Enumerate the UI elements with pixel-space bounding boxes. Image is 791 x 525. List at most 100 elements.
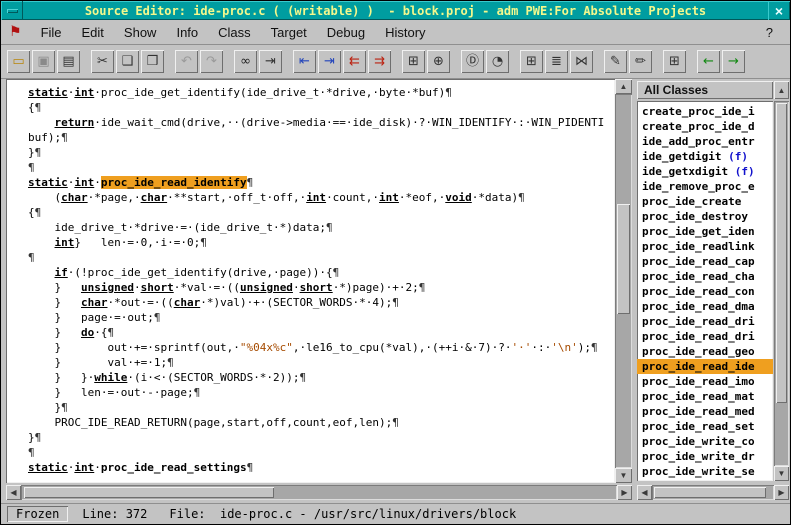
menu-item-class[interactable]: Class — [208, 22, 261, 43]
toolbar-group: ✎✏ — [604, 50, 652, 73]
code-line: } val·+=·1;¶ — [28, 355, 613, 370]
copy-button[interactable]: ❑ — [116, 50, 139, 73]
toolbar-group: ↶↷ — [175, 50, 223, 73]
class-list-item[interactable]: proc_ide_read_imo — [637, 374, 773, 389]
class-list-item[interactable]: proc_ide_read_dri — [637, 329, 773, 344]
shift-right-icon: ⇉ — [374, 55, 385, 68]
hierarchy-button[interactable]: ≣ — [545, 50, 568, 73]
titlebar[interactable]: Source Editor: ide-proc.c ( (writable) )… — [1, 1, 790, 20]
edit-pencil-button[interactable]: ✎ — [604, 50, 627, 73]
class-list-item[interactable]: proc_ide_write_dr — [637, 449, 773, 464]
paste-icon: ❒ — [147, 55, 159, 68]
code-line: } page·=·out;¶ — [28, 310, 613, 325]
annotate-button[interactable]: ✏ — [629, 50, 652, 73]
editor-scroll-down-button[interactable]: ▼ — [615, 468, 632, 483]
menu-item-show[interactable]: Show — [114, 22, 167, 43]
cut-button[interactable]: ✂ — [91, 50, 114, 73]
find-button[interactable]: ∞ — [234, 50, 257, 73]
class-hscrollbar-thumb[interactable] — [654, 487, 766, 498]
class-list-item[interactable]: ide_getdigit (f) — [637, 149, 773, 164]
class-vertical-scrollbar[interactable]: ▼ — [774, 101, 789, 481]
shift-left-button[interactable]: ⇇ — [343, 50, 366, 73]
close-button[interactable]: × — [768, 1, 790, 20]
class-scroll-down-button[interactable]: ▼ — [774, 466, 789, 481]
class-list-item[interactable]: proc_ide_readlink — [637, 239, 773, 254]
editor-vertical-scrollbar[interactable]: ▲ ▼ — [615, 79, 632, 483]
class-list-item[interactable]: create_proc_ide_i — [637, 104, 773, 119]
forward-button[interactable]: → — [722, 50, 745, 73]
code-line: {¶ — [28, 205, 613, 220]
class-scroll-right-button[interactable]: ▶ — [774, 485, 789, 500]
window-menu-button[interactable] — [1, 1, 23, 20]
redo-button[interactable]: ↷ — [200, 50, 223, 73]
help-menu[interactable]: ? — [757, 22, 782, 43]
class-list-item[interactable]: proc_ide_write_co — [637, 434, 773, 449]
class-browser-icon: ⊞ — [526, 55, 537, 68]
class-list-item[interactable]: ide_add_proc_entr — [637, 134, 773, 149]
code-line: {¶ — [28, 100, 613, 115]
code-line: static·int·proc_ide_read_settings¶ — [28, 460, 613, 475]
history-time-button[interactable]: ◔ — [486, 50, 509, 73]
menu-item-debug[interactable]: Debug — [317, 22, 375, 43]
class-list-item[interactable]: proc_ide_read_ide — [637, 359, 773, 374]
undo-icon: ↶ — [181, 55, 192, 68]
class-list-item[interactable]: proc_ide_read_cha — [637, 269, 773, 284]
cross-reference-button[interactable]: ⋈ — [570, 50, 593, 73]
class-list-item[interactable]: proc_ide_read_dma — [637, 299, 773, 314]
class-horizontal-scrollbar[interactable]: ◀ ▶ — [637, 485, 789, 500]
shift-right-button[interactable]: ⇉ — [368, 50, 391, 73]
undo-button[interactable]: ↶ — [175, 50, 198, 73]
class-list-item[interactable]: proc_ide_read_mat — [637, 389, 773, 404]
editor-scrollbar-thumb[interactable] — [617, 204, 630, 314]
code-line: }¶ — [28, 430, 613, 445]
class-list-item[interactable]: proc_ide_read_geo — [637, 344, 773, 359]
menu-item-file[interactable]: File — [31, 22, 72, 43]
editor-hscrollbar-trough[interactable] — [21, 485, 617, 500]
editor-horizontal-scrollbar[interactable]: ◀ ▶ — [6, 485, 632, 500]
editor-scroll-up-button[interactable]: ▲ — [615, 79, 632, 94]
class-list-item[interactable]: proc_ide_create — [637, 194, 773, 209]
class-list-item[interactable]: ide_getxdigit (f) — [637, 164, 773, 179]
add-entry-button[interactable]: ⊞ — [402, 50, 425, 73]
add-watch-button[interactable]: ⊕ — [427, 50, 450, 73]
class-list-item[interactable]: create_proc_ide_d — [637, 119, 773, 134]
print-button[interactable]: ▤ — [57, 50, 80, 73]
menu-item-history[interactable]: History — [375, 22, 435, 43]
open-file-button[interactable]: ▭ — [7, 50, 30, 73]
class-filter-dropdown[interactable]: All Classes — [637, 81, 773, 99]
class-scrollbar-thumb[interactable] — [776, 103, 787, 403]
menu-item-target[interactable]: Target — [261, 22, 317, 43]
class-scroll-left-button[interactable]: ◀ — [637, 485, 652, 500]
class-list-item[interactable]: proc_ide_read_cap — [637, 254, 773, 269]
paste-button[interactable]: ❒ — [141, 50, 164, 73]
class-browser-button[interactable]: ⊞ — [520, 50, 543, 73]
save-file-icon: ▣ — [37, 55, 49, 68]
frozen-toggle[interactable]: Frozen — [7, 506, 68, 522]
class-list-item[interactable]: proc_ide_destroy — [637, 209, 773, 224]
code-line: ide_drive_t·*drive·=·(ide_drive_t·*)data… — [28, 220, 613, 235]
back-button[interactable]: ← — [697, 50, 720, 73]
menu-item-edit[interactable]: Edit — [72, 22, 114, 43]
retriever-button[interactable]: ⊞ — [663, 50, 686, 73]
class-scrollbar-trough[interactable] — [774, 101, 789, 466]
menu-item-info[interactable]: Info — [166, 22, 208, 43]
class-hscrollbar-trough[interactable] — [652, 485, 774, 500]
debug-button[interactable]: Ⓓ — [461, 50, 484, 73]
class-list-item[interactable]: proc_ide_get_iden — [637, 224, 773, 239]
class-list-item[interactable]: proc_ide_read_med — [637, 404, 773, 419]
outdent-button[interactable]: ⇤ — [293, 50, 316, 73]
class-list-item[interactable]: proc_ide_write_se — [637, 464, 773, 479]
class-list-item[interactable]: proc_ide_read_dri — [637, 314, 773, 329]
save-file-button[interactable]: ▣ — [32, 50, 55, 73]
class-list-item[interactable]: ide_remove_proc_e — [637, 179, 773, 194]
find-next-button[interactable]: ⇥ — [259, 50, 282, 73]
code-area[interactable]: static·int·proc_ide_get_identify(ide_dri… — [6, 79, 615, 483]
indent-button[interactable]: ⇥ — [318, 50, 341, 73]
class-list-item[interactable]: proc_ide_read_set — [637, 419, 773, 434]
class-list-item[interactable]: proc_ide_read_con — [637, 284, 773, 299]
editor-hscrollbar-thumb[interactable] — [24, 487, 274, 498]
class-scroll-up-button[interactable]: ▲ — [774, 81, 789, 99]
editor-scroll-left-button[interactable]: ◀ — [6, 485, 21, 500]
editor-scrollbar-trough[interactable] — [615, 94, 632, 468]
editor-scroll-right-button[interactable]: ▶ — [617, 485, 632, 500]
